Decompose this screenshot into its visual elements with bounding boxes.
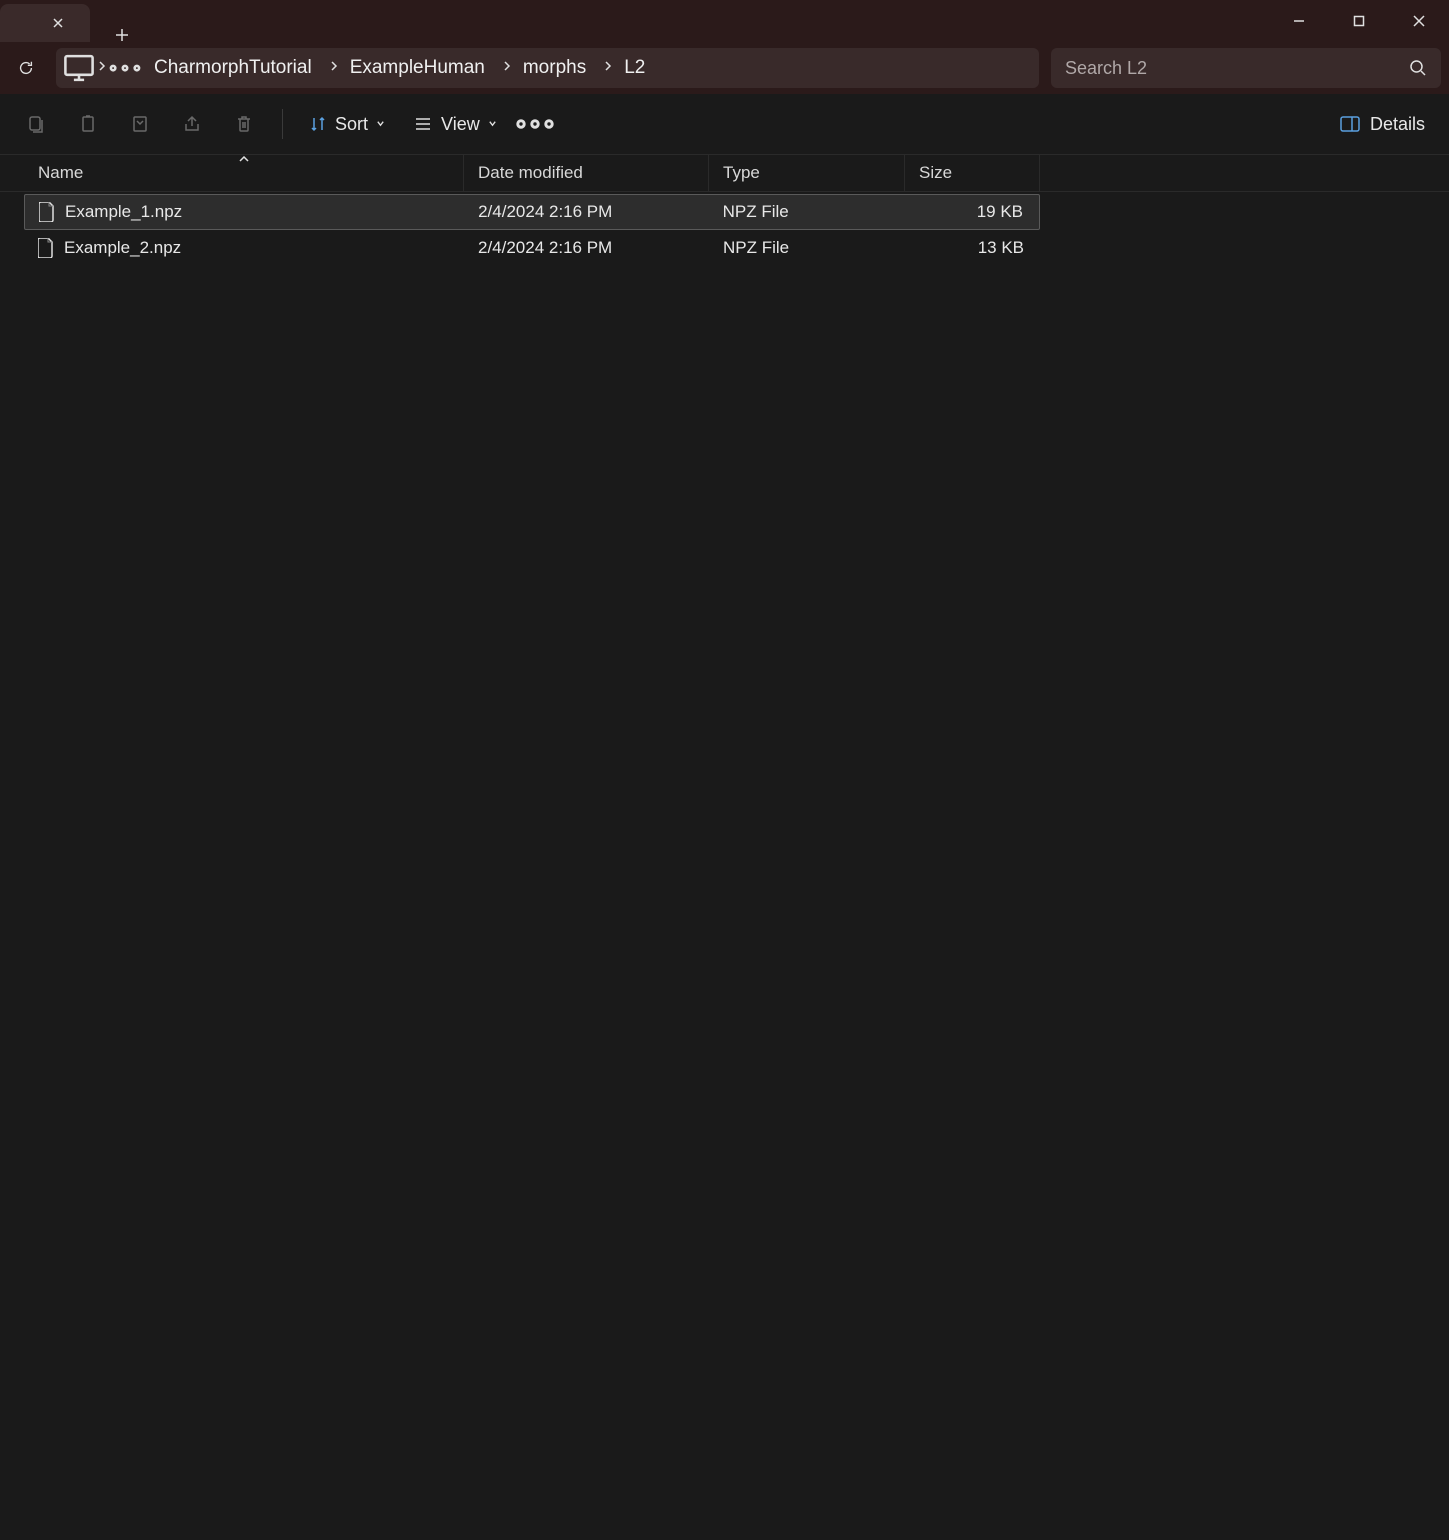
delete-button[interactable] [222, 102, 266, 146]
view-icon [413, 115, 433, 133]
breadcrumb-item[interactable]: L2 [614, 51, 655, 85]
chevron-right-icon[interactable] [604, 59, 612, 77]
toolbar-divider [282, 109, 283, 139]
cut-icon [26, 114, 46, 134]
address-bar-row: CharmorphTutorial ExampleHuman morphs L2 [0, 42, 1449, 94]
maximize-icon [1353, 15, 1365, 27]
breadcrumb-segment: CharmorphTutorial [144, 51, 338, 85]
column-header-type[interactable]: Type [709, 155, 905, 191]
chevron-right-icon[interactable] [330, 59, 338, 77]
details-label: Details [1370, 114, 1425, 135]
file-name: Example_1.npz [65, 202, 182, 222]
trash-icon [234, 114, 254, 134]
file-row[interactable]: Example_1.npz 2/4/2024 2:16 PM NPZ File … [24, 194, 1040, 230]
view-label: View [441, 114, 480, 135]
file-size-cell: 13 KB [905, 230, 1038, 266]
chevron-right-icon[interactable] [503, 59, 511, 77]
close-tab-button[interactable] [50, 15, 66, 31]
sort-ascending-icon [239, 147, 249, 167]
pc-icon-button[interactable] [62, 51, 96, 85]
breadcrumb-bar[interactable]: CharmorphTutorial ExampleHuman morphs L2 [56, 48, 1039, 88]
ellipsis-icon [108, 63, 142, 73]
file-list: Example_1.npz 2/4/2024 2:16 PM NPZ File … [0, 192, 1449, 1540]
refresh-button[interactable] [8, 50, 44, 86]
breadcrumb-item[interactable]: morphs [513, 51, 596, 85]
minimize-icon [1293, 15, 1305, 27]
file-type-cell: NPZ File [709, 195, 905, 229]
tab-strip [0, 0, 1269, 42]
copy-button[interactable] [66, 102, 110, 146]
close-icon [1413, 15, 1425, 27]
search-box[interactable] [1051, 48, 1441, 88]
maximize-button[interactable] [1329, 0, 1389, 42]
details-pane-button[interactable]: Details [1330, 108, 1435, 141]
file-name-cell: Example_2.npz [24, 230, 464, 266]
file-name-cell: Example_1.npz [25, 195, 464, 229]
share-button[interactable] [170, 102, 214, 146]
breadcrumb-segment: ExampleHuman [340, 51, 511, 85]
minimize-button[interactable] [1269, 0, 1329, 42]
details-pane-icon [1340, 116, 1360, 132]
paste-icon [130, 114, 150, 134]
breadcrumb-segment: morphs [513, 51, 612, 85]
chevron-down-icon [488, 115, 497, 133]
chevron-down-icon [376, 115, 385, 133]
file-type-cell: NPZ File [709, 230, 905, 266]
new-tab-button[interactable] [102, 28, 142, 42]
cut-button[interactable] [14, 102, 58, 146]
plus-icon [115, 28, 129, 42]
column-label: Name [38, 163, 83, 183]
share-icon [182, 114, 202, 134]
search-input[interactable] [1065, 58, 1399, 79]
close-icon [53, 18, 63, 28]
file-icon [38, 238, 54, 258]
titlebar [0, 0, 1449, 42]
command-toolbar: Sort View Details [0, 94, 1449, 154]
column-label: Date modified [478, 163, 583, 183]
active-tab[interactable] [0, 4, 90, 42]
copy-icon [78, 114, 98, 134]
ellipsis-icon [515, 118, 555, 130]
sort-icon [309, 115, 327, 133]
refresh-icon [17, 59, 35, 77]
file-size-cell: 19 KB [904, 195, 1037, 229]
window-controls [1269, 0, 1449, 42]
search-icon [1409, 59, 1427, 77]
column-header-row: Name Date modified Type Size [0, 154, 1449, 192]
monitor-icon [62, 51, 96, 85]
sort-label: Sort [335, 114, 368, 135]
chevron-right-icon[interactable] [98, 59, 106, 77]
column-header-name[interactable]: Name [24, 155, 464, 191]
close-window-button[interactable] [1389, 0, 1449, 42]
more-button[interactable] [515, 104, 555, 144]
file-row[interactable]: Example_2.npz 2/4/2024 2:16 PM NPZ File … [24, 230, 1040, 266]
file-icon [39, 202, 55, 222]
breadcrumb-item[interactable]: CharmorphTutorial [144, 51, 322, 85]
sort-dropdown[interactable]: Sort [299, 108, 395, 141]
file-date-cell: 2/4/2024 2:16 PM [464, 195, 709, 229]
file-date-cell: 2/4/2024 2:16 PM [464, 230, 709, 266]
column-label: Size [919, 163, 952, 183]
column-label: Type [723, 163, 760, 183]
file-name: Example_2.npz [64, 238, 181, 258]
column-header-size[interactable]: Size [905, 155, 1040, 191]
breadcrumb-item[interactable]: ExampleHuman [340, 51, 495, 85]
column-header-date[interactable]: Date modified [464, 155, 709, 191]
paste-button[interactable] [118, 102, 162, 146]
view-dropdown[interactable]: View [403, 108, 507, 141]
breadcrumb-segment: L2 [614, 51, 655, 85]
breadcrumb-overflow-button[interactable] [108, 51, 142, 85]
